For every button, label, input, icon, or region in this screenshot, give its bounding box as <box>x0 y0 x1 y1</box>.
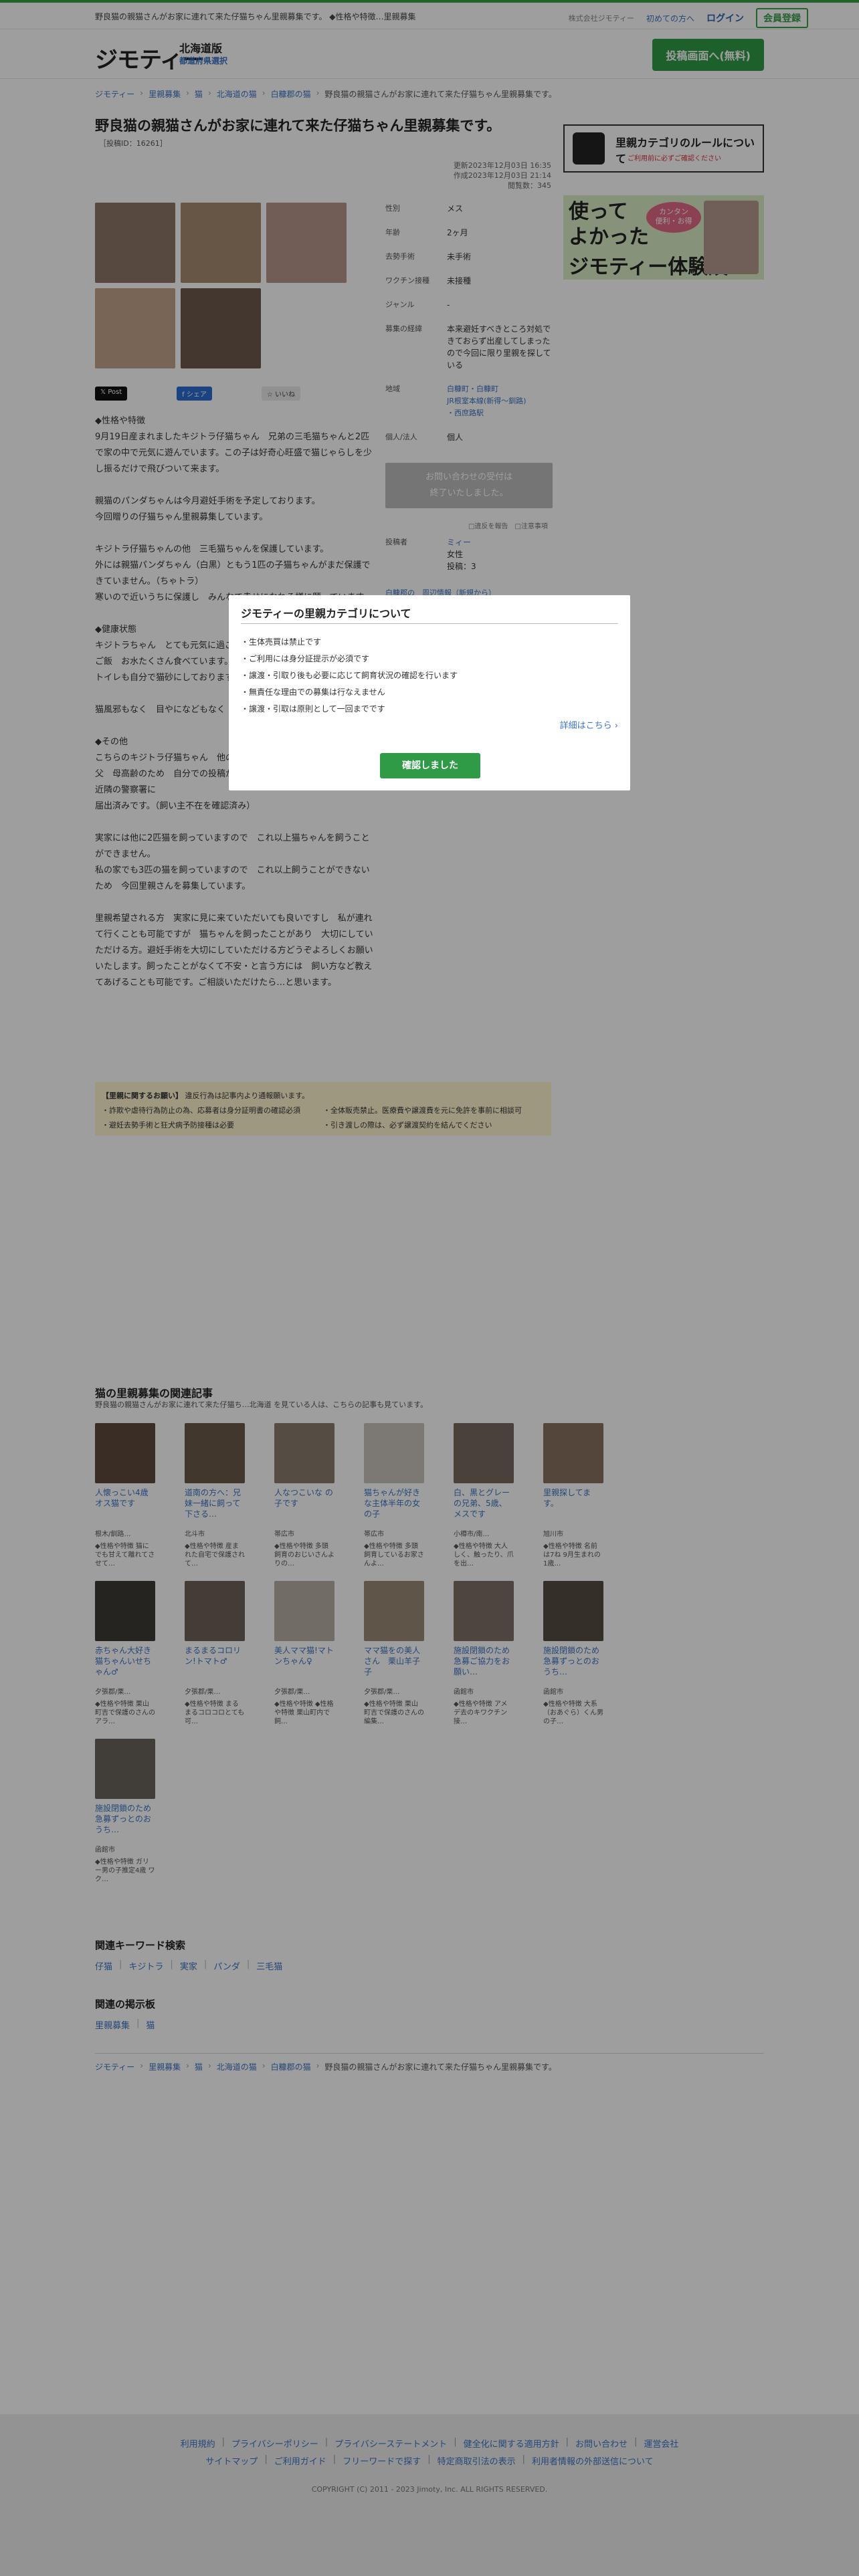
modal-rule: ・無責任な理由での募集は行なえません <box>241 687 385 697</box>
modal-rule: ・生体売買は禁止です <box>241 637 322 647</box>
modal-title: ジモティーの里親カテゴリについて <box>241 607 411 620</box>
modal-divider <box>241 623 618 624</box>
confirm-button[interactable]: 確認しました <box>380 753 480 778</box>
modal-rule: ・譲渡・引取り後も必要に応じて飼育状況の確認を行います <box>241 671 458 680</box>
details-link[interactable]: 詳細はこちら › <box>560 718 618 731</box>
modal-rule: ・ご利用には身分証提示が必須です <box>241 654 370 663</box>
modal-rule: ・譲渡・引取は原則として一回までです <box>241 704 385 714</box>
modal-rules: ・生体売買は禁止です ・ご利用には身分証提示が必須です ・譲渡・引取り後も必要に… <box>241 634 458 718</box>
modal-overlay[interactable]: ジモティーの里親カテゴリについて ・生体売買は禁止です ・ご利用には身分証提示が… <box>0 0 859 2576</box>
adoption-rules-modal: ジモティーの里親カテゴリについて ・生体売買は禁止です ・ご利用には身分証提示が… <box>229 595 630 790</box>
